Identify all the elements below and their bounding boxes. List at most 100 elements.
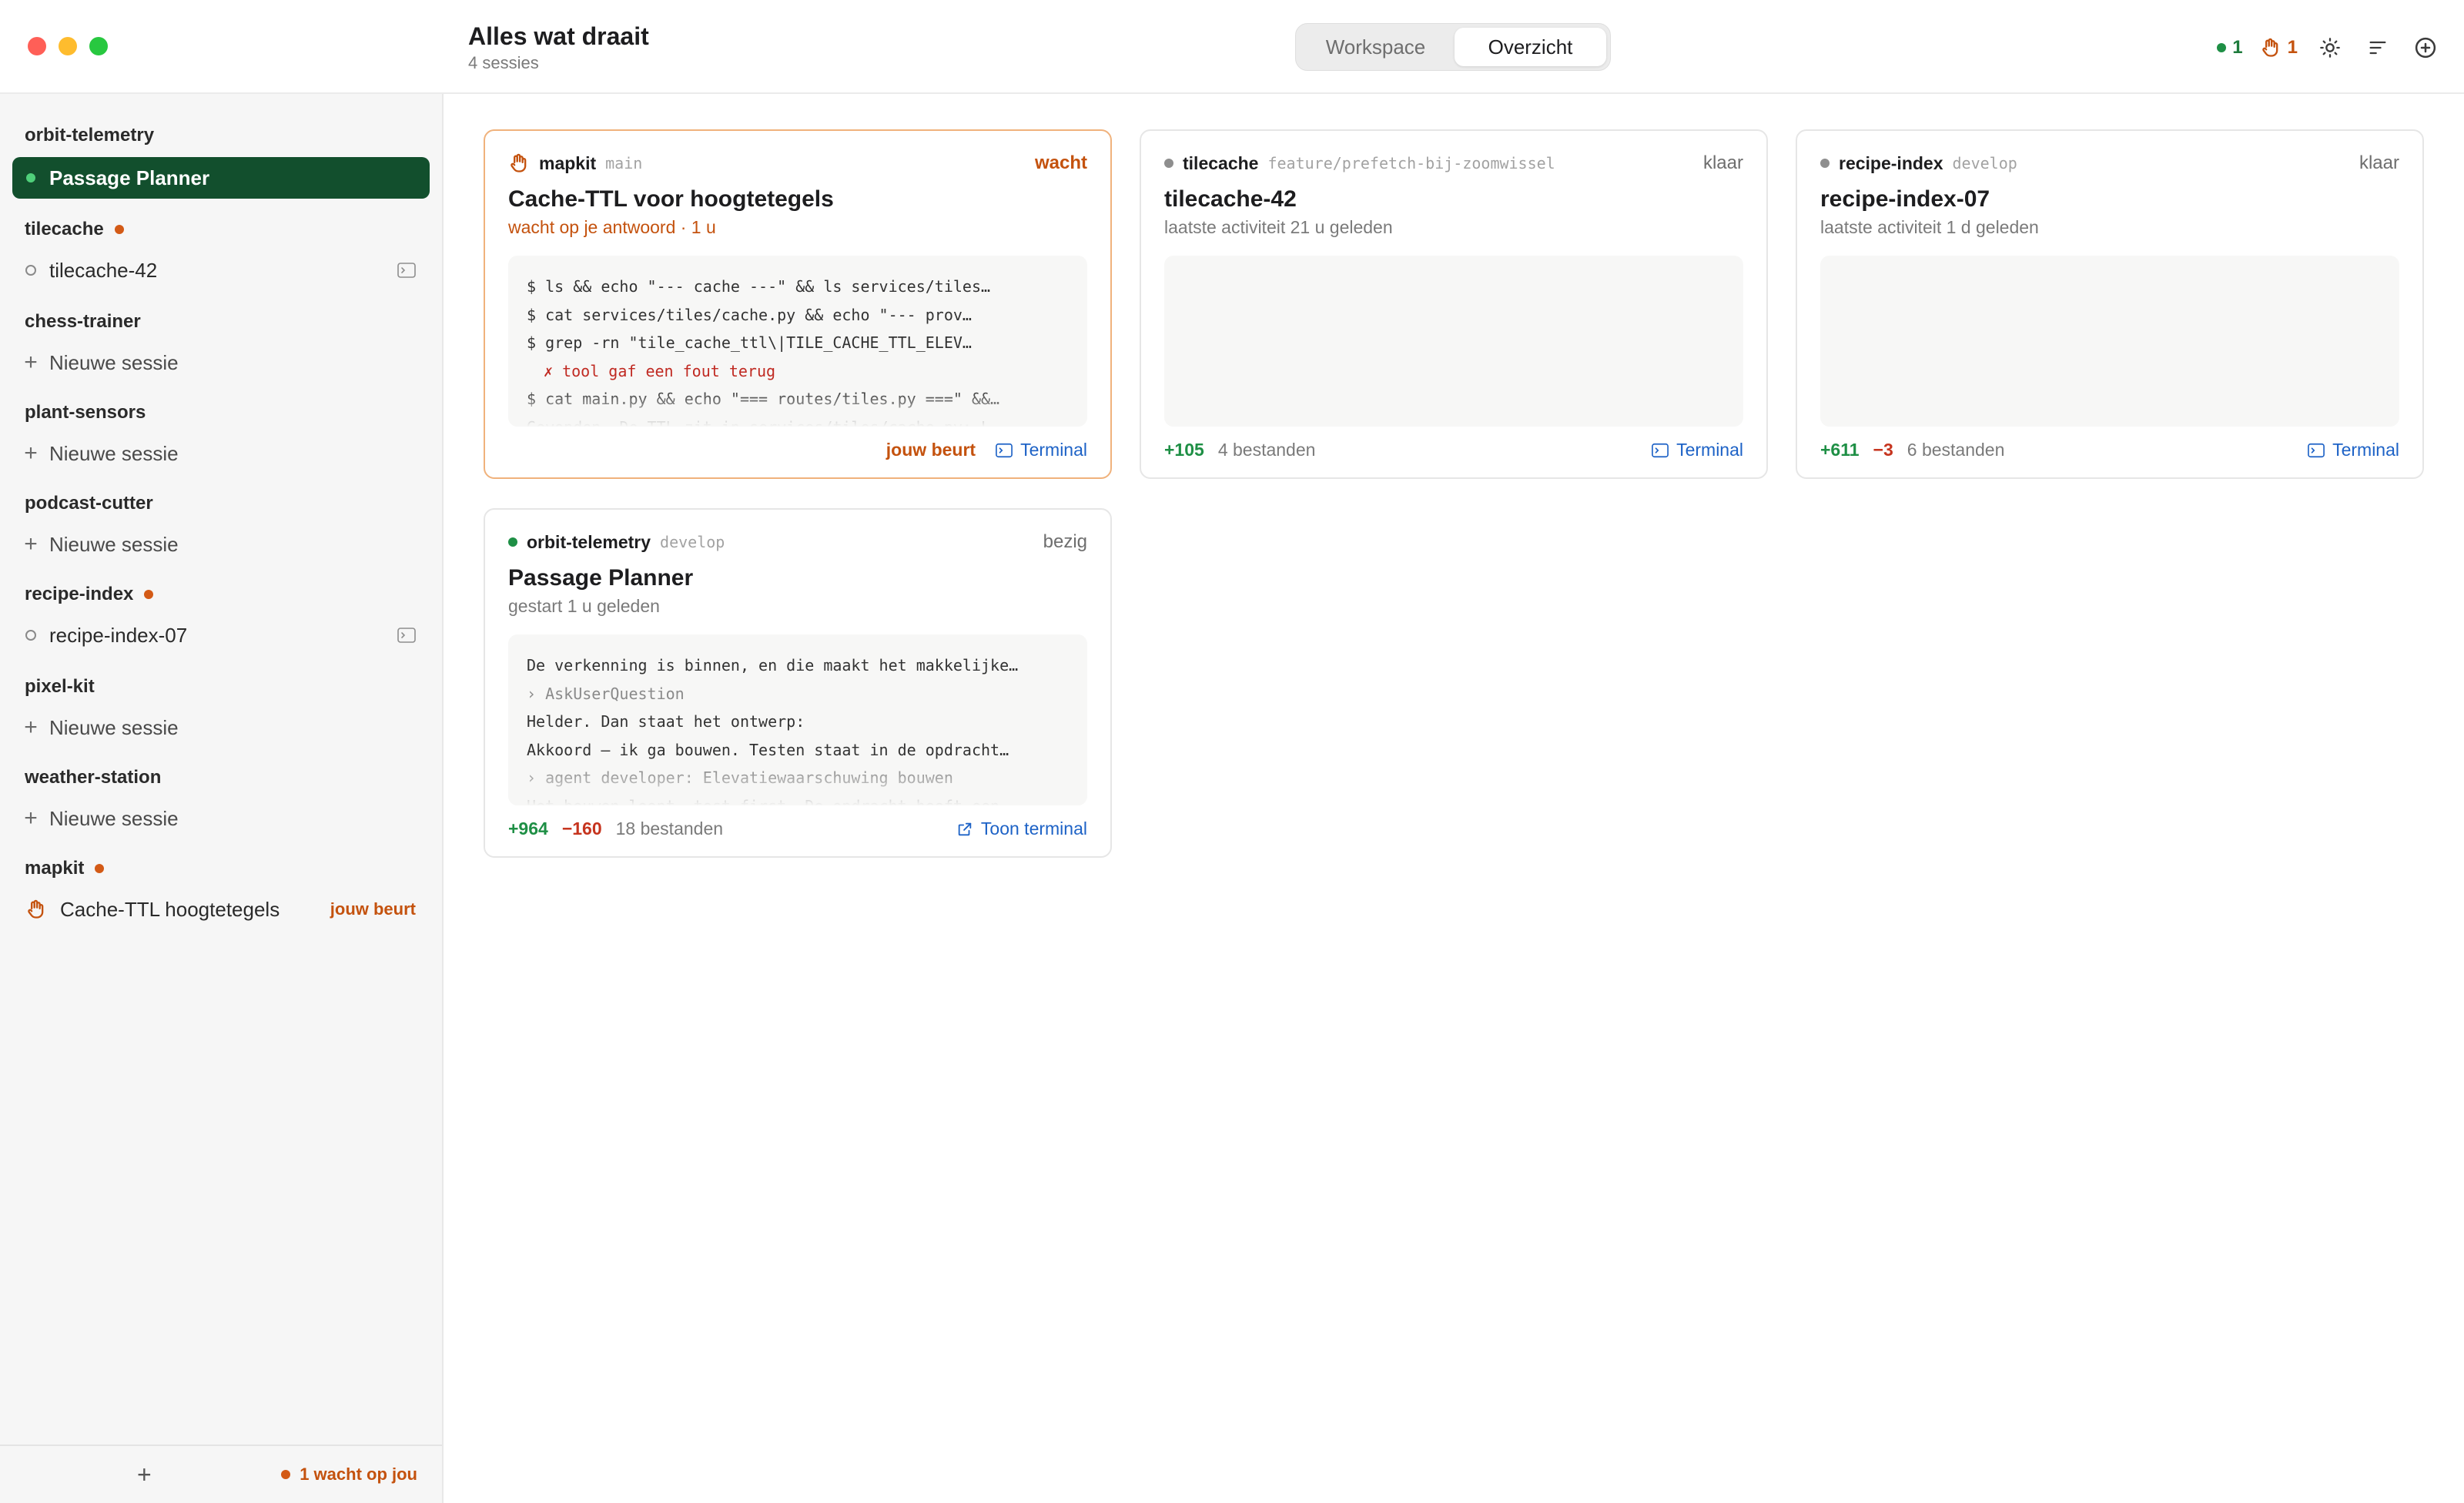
card-branch: develop xyxy=(1952,154,2017,172)
waiting-label: 1 wacht op jou xyxy=(300,1465,417,1484)
attention-dot-icon xyxy=(95,864,105,873)
session-card-mapkit[interactable]: mapkit main wacht Cache-TTL voor hoogtet… xyxy=(484,129,1112,479)
your-turn-badge: jouw beurt xyxy=(330,899,416,919)
window-controls xyxy=(28,37,108,55)
theme-toggle-button[interactable] xyxy=(2315,32,2345,63)
new-session-weather-station[interactable]: + Nieuwe sessie xyxy=(12,798,430,839)
terminal-icon[interactable] xyxy=(397,628,416,643)
terminal-icon xyxy=(2308,443,2325,457)
new-session-button[interactable] xyxy=(2410,32,2441,63)
project-name: podcast-cutter xyxy=(25,493,153,514)
terminal-link[interactable]: Terminal xyxy=(1652,440,1743,460)
card-subtitle: laatste activiteit 1 d geleden xyxy=(1820,217,2039,237)
hand-icon xyxy=(12,899,60,920)
session-card-recipe-index[interactable]: recipe-index develop klaar recipe-index-… xyxy=(1796,129,2424,479)
sort-lines-icon xyxy=(2369,41,2386,55)
project-header-pixel-kit[interactable]: pixel-kit xyxy=(25,676,95,698)
session-label: recipe-index-07 xyxy=(49,623,188,647)
waiting-filter-button[interactable]: 1 wacht op jou xyxy=(281,1465,417,1485)
files-count: 6 bestanden xyxy=(1907,440,2005,460)
terminal-label: Terminal xyxy=(2332,440,2399,460)
sidebar-session-recipe-index-07[interactable]: recipe-index-07 xyxy=(12,614,430,656)
project-name: tilecache xyxy=(25,219,104,239)
card-title: tilecache-42 xyxy=(1164,186,1297,212)
minimize-window-button[interactable] xyxy=(59,37,77,55)
idle-ring-icon xyxy=(12,265,49,276)
card-status: klaar xyxy=(2359,152,2399,173)
card-status: bezig xyxy=(1043,531,1087,552)
project-header-weather-station[interactable]: weather-station xyxy=(25,767,161,788)
card-activity-log xyxy=(1820,256,2399,427)
project-header-chess-trainer[interactable]: chess-trainer xyxy=(25,311,141,333)
project-header-mapkit[interactable]: mapkit xyxy=(25,858,105,879)
project-name: recipe-index xyxy=(25,584,134,604)
card-title: Cache-TTL voor hoogtetegels xyxy=(508,186,834,212)
log-line: $ grep -rn "tile_cache_ttl\|TILE_CACHE_T… xyxy=(527,333,972,352)
terminal-label: Terminal xyxy=(1020,440,1087,460)
project-name: plant-sensors xyxy=(25,402,146,423)
title-block: Alles wat draait 4 sessies xyxy=(468,22,649,74)
additions-count: +105 xyxy=(1164,440,1204,460)
card-footer: +611 −3 6 bestanden Terminal xyxy=(1820,440,2399,460)
tab-overzicht[interactable]: Overzicht xyxy=(1455,28,1606,66)
files-count: 18 bestanden xyxy=(615,818,724,839)
running-dot-icon xyxy=(508,537,517,547)
show-terminal-link[interactable]: Toon terminal xyxy=(956,818,1087,839)
card-footer: +964 −160 18 bestanden Toon terminal xyxy=(508,818,1087,839)
project-name: chess-trainer xyxy=(25,311,141,332)
running-sessions-indicator[interactable]: 1 xyxy=(2217,37,2243,59)
project-header-recipe-index[interactable]: recipe-index xyxy=(25,584,154,605)
new-session-label: Nieuwe sessie xyxy=(49,441,179,465)
new-session-chess-trainer[interactable]: + Nieuwe sessie xyxy=(12,342,430,383)
waiting-count: 1 xyxy=(2287,37,2298,58)
project-header-orbit-telemetry[interactable]: orbit-telemetry xyxy=(25,125,154,146)
card-branch: main xyxy=(605,154,643,172)
log-line: $ ls && echo "--- cache ---" && ls servi… xyxy=(527,277,991,296)
card-title: recipe-index-07 xyxy=(1820,186,1990,212)
header-actions: 1 1 xyxy=(2217,32,2441,63)
card-project-name: mapkit xyxy=(539,152,597,173)
project-header-podcast-cutter[interactable]: podcast-cutter xyxy=(25,493,153,514)
terminal-icon[interactable] xyxy=(397,263,416,278)
sidebar-session-tilecache-42[interactable]: tilecache-42 xyxy=(12,249,430,291)
waiting-sessions-indicator[interactable]: 1 xyxy=(2260,37,2298,59)
session-count: 4 sessies xyxy=(468,53,539,72)
new-session-pixel-kit[interactable]: + Nieuwe sessie xyxy=(12,707,430,748)
plus-icon: + xyxy=(24,531,38,557)
log-tool-line: › agent developer: Elevatiewaarschuwing … xyxy=(527,768,953,787)
plus-icon: + xyxy=(24,805,38,831)
new-session-label: Nieuwe sessie xyxy=(49,532,179,556)
plus-icon: + xyxy=(24,715,38,740)
sort-button[interactable] xyxy=(2362,32,2393,63)
plus-icon: + xyxy=(24,350,38,375)
card-header: tilecache feature/prefetch-bij-zoomwisse… xyxy=(1164,152,1743,174)
session-card-tilecache[interactable]: tilecache feature/prefetch-bij-zoomwisse… xyxy=(1140,129,1768,479)
log-error-line: ✗ tool gaf een fout terug xyxy=(544,361,776,380)
maximize-window-button[interactable] xyxy=(89,37,108,55)
new-session-plant-sensors[interactable]: + Nieuwe sessie xyxy=(12,433,430,474)
project-header-plant-sensors[interactable]: plant-sensors xyxy=(25,402,146,423)
sidebar-session-passage-planner[interactable]: Passage Planner xyxy=(12,157,430,199)
log-line: Akkoord — ik ga bouwen. Testen staat in … xyxy=(527,740,1009,759)
new-session-podcast-cutter[interactable]: + Nieuwe sessie xyxy=(12,524,430,565)
terminal-link[interactable]: Terminal xyxy=(996,440,1087,460)
card-project-name: tilecache xyxy=(1183,152,1259,173)
terminal-link[interactable]: Terminal xyxy=(2308,440,2399,460)
card-footer: jouw beurt Terminal xyxy=(508,440,1087,460)
close-window-button[interactable] xyxy=(28,37,46,55)
add-project-button[interactable]: + xyxy=(137,1461,152,1489)
log-line: Helder. Dan staat het ontwerp: xyxy=(527,712,805,731)
deletions-count: −3 xyxy=(1873,440,1893,460)
tab-workspace[interactable]: Workspace xyxy=(1300,28,1451,66)
card-header: mapkit main wacht xyxy=(508,152,1087,174)
card-status: wacht xyxy=(1034,152,1087,173)
project-name: weather-station xyxy=(25,767,162,788)
plus-circle-icon xyxy=(2415,37,2436,59)
project-header-tilecache[interactable]: tilecache xyxy=(25,219,124,240)
new-session-label: Nieuwe sessie xyxy=(49,715,179,739)
additions-count: +964 xyxy=(508,818,548,839)
session-card-orbit-telemetry[interactable]: orbit-telemetry develop bezig Passage Pl… xyxy=(484,508,1112,858)
log-line: De verkenning is binnen, en die maakt he… xyxy=(527,656,1019,675)
sidebar-session-cache-ttl[interactable]: Cache-TTL hoogtetegels jouw beurt xyxy=(12,889,430,930)
session-label: Passage Planner xyxy=(49,166,210,189)
